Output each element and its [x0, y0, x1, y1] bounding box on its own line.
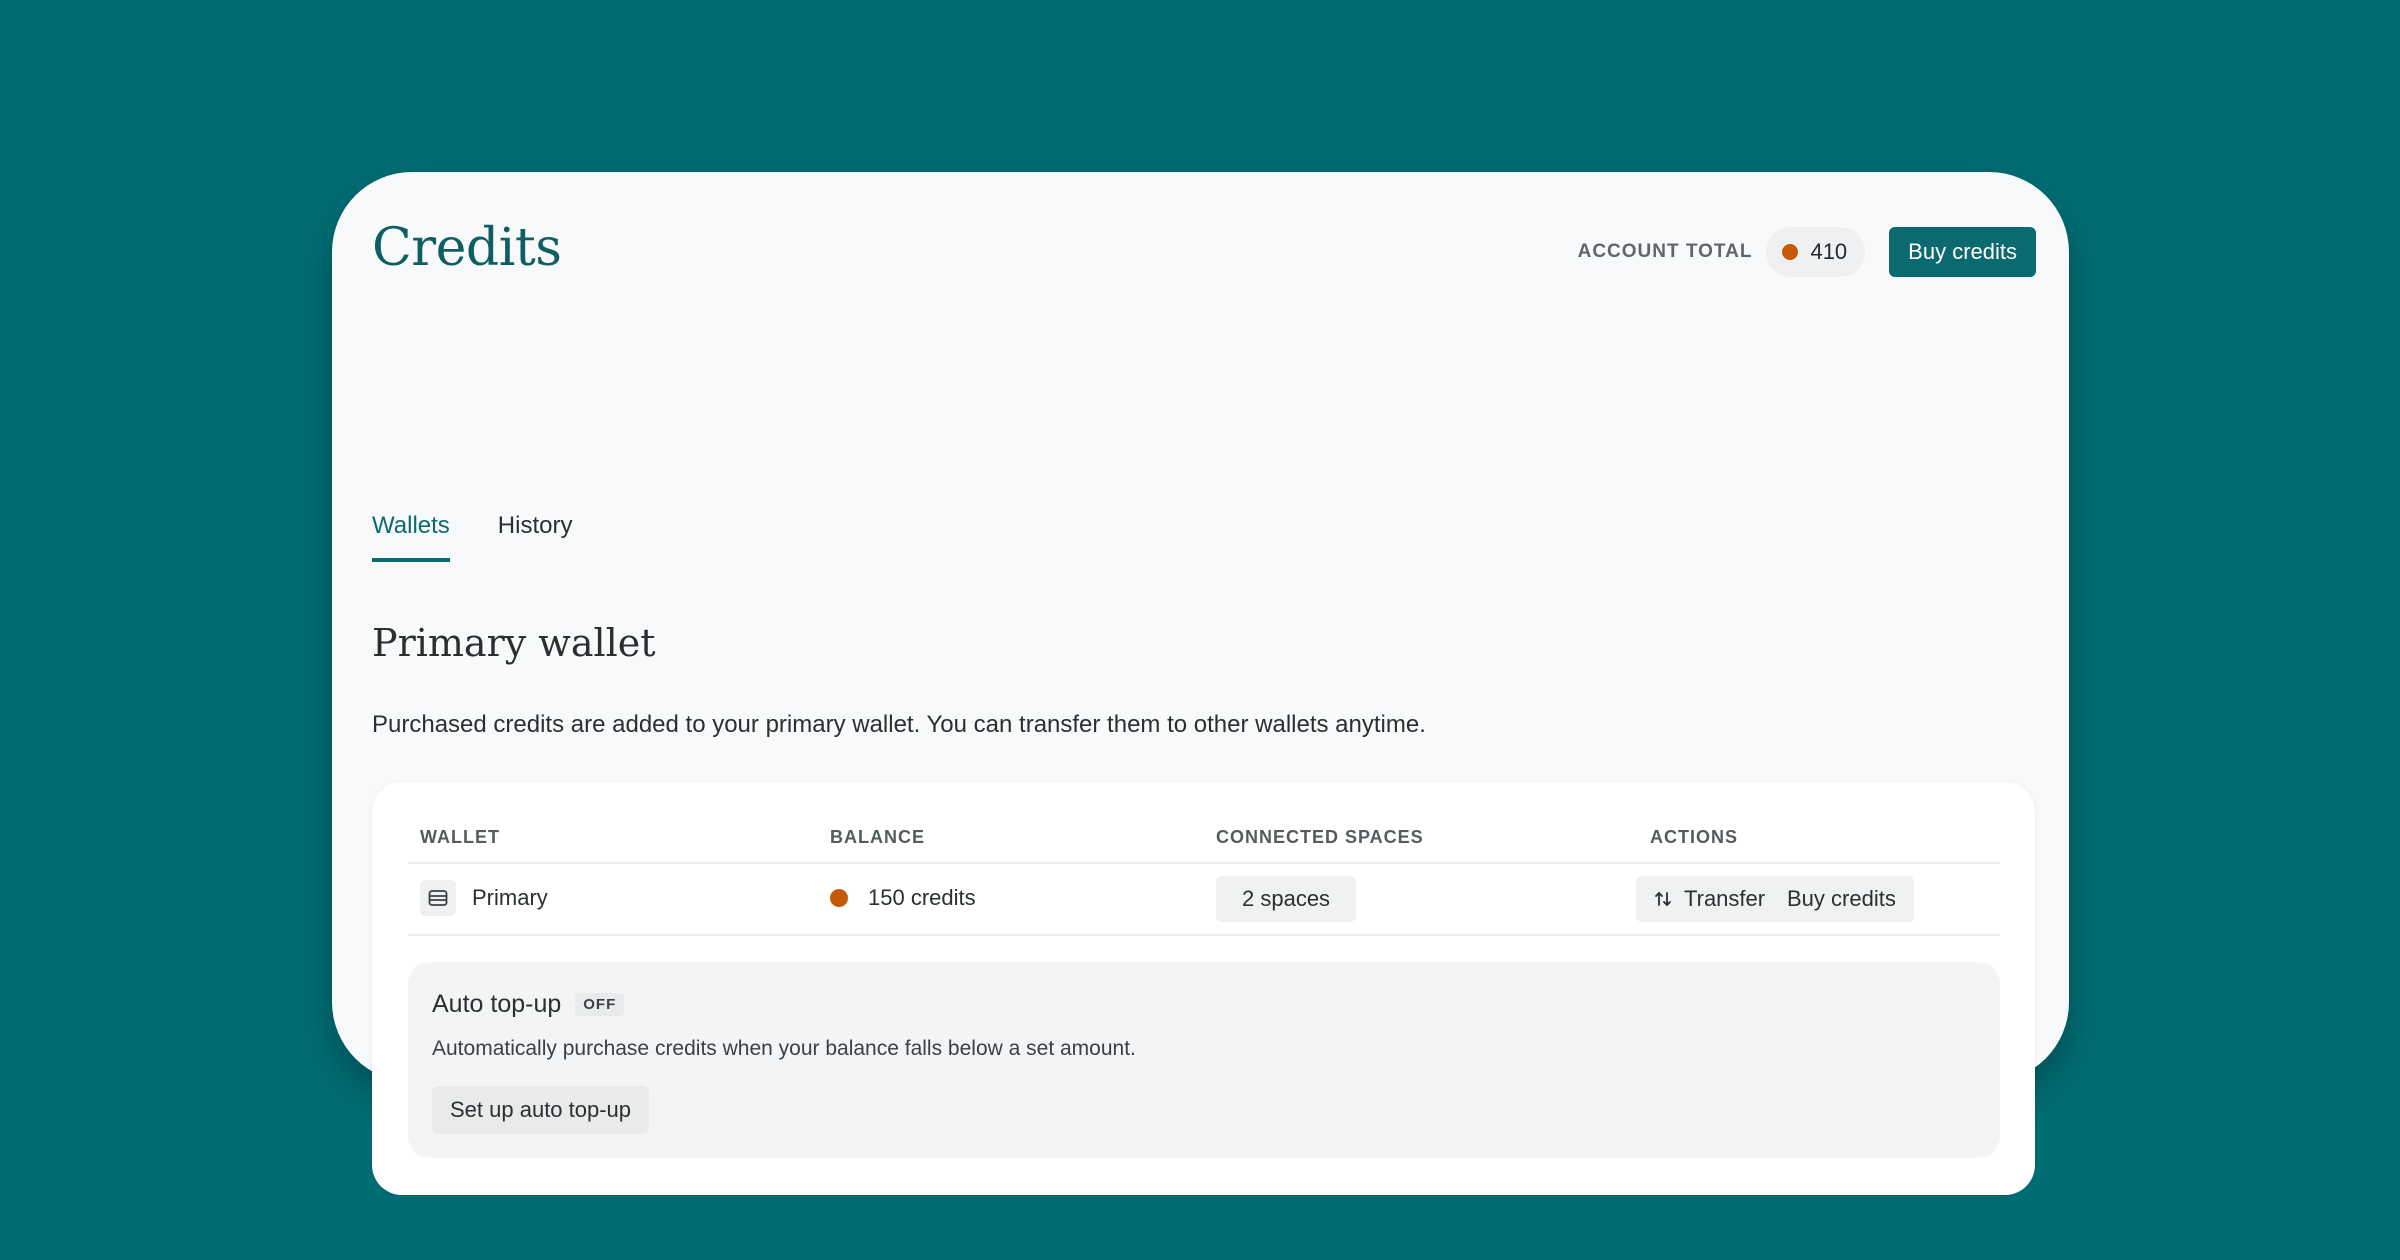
auto-topup-description: Automatically purchase credits when your… — [432, 1037, 1136, 1060]
auto-topup-title: Auto top-up — [432, 989, 562, 1018]
account-total-badge: 410 — [1766, 227, 1866, 277]
tab-wallets[interactable]: Wallets — [372, 500, 450, 562]
transfer-label: Transfer — [1684, 886, 1766, 911]
wallet-name: Primary — [472, 885, 548, 910]
wallet-icon — [420, 880, 456, 916]
wallets-table-panel: WALLET BALANCE CONNECTED SPACES ACTIONS … — [372, 782, 2035, 1195]
row-divider — [408, 934, 2000, 936]
balance-value: 150 credits — [868, 885, 976, 910]
transfer-button[interactable]: Transfer — [1636, 876, 1784, 922]
section-title: Primary wallet — [372, 621, 656, 665]
tab-history[interactable]: History — [498, 500, 573, 562]
page-title: Credits — [372, 218, 562, 278]
column-header-balance: BALANCE — [830, 827, 925, 847]
column-header-actions: ACTIONS — [1650, 827, 1738, 847]
header-actions: ACCOUNT TOTAL 410 Buy credits — [1578, 227, 2036, 277]
section-description: Purchased credits are added to your prim… — [372, 711, 1426, 738]
buy-credits-button[interactable]: Buy credits — [1889, 227, 2036, 277]
column-header-wallet: WALLET — [420, 827, 500, 847]
auto-topup-box: Auto top-up OFF Automatically purchase c… — [408, 962, 2000, 1158]
coin-icon — [830, 889, 848, 907]
connected-spaces-chip[interactable]: 2 spaces — [1216, 876, 1357, 922]
account-total-label: ACCOUNT TOTAL — [1577, 241, 1753, 262]
table-row: Primary 150 credits 2 spaces Transfer Bu… — [408, 862, 2000, 934]
column-header-connected-spaces: CONNECTED SPACES — [1216, 827, 1424, 847]
account-total-value: 410 — [1810, 239, 1848, 264]
balance-cell: 150 credits — [830, 862, 976, 934]
row-buy-credits-button[interactable]: Buy credits — [1769, 876, 1914, 922]
tab-bar: Wallets History — [372, 500, 620, 564]
transfer-icon — [1655, 892, 1671, 906]
status-badge: OFF — [575, 992, 625, 1016]
coin-icon — [1782, 244, 1799, 260]
auto-topup-header: Auto top-up OFF — [432, 986, 625, 1022]
credits-card: Credits ACCOUNT TOTAL 410 Buy credits Wa… — [332, 172, 2069, 1195]
setup-auto-topup-button[interactable]: Set up auto top-up — [432, 1086, 650, 1134]
